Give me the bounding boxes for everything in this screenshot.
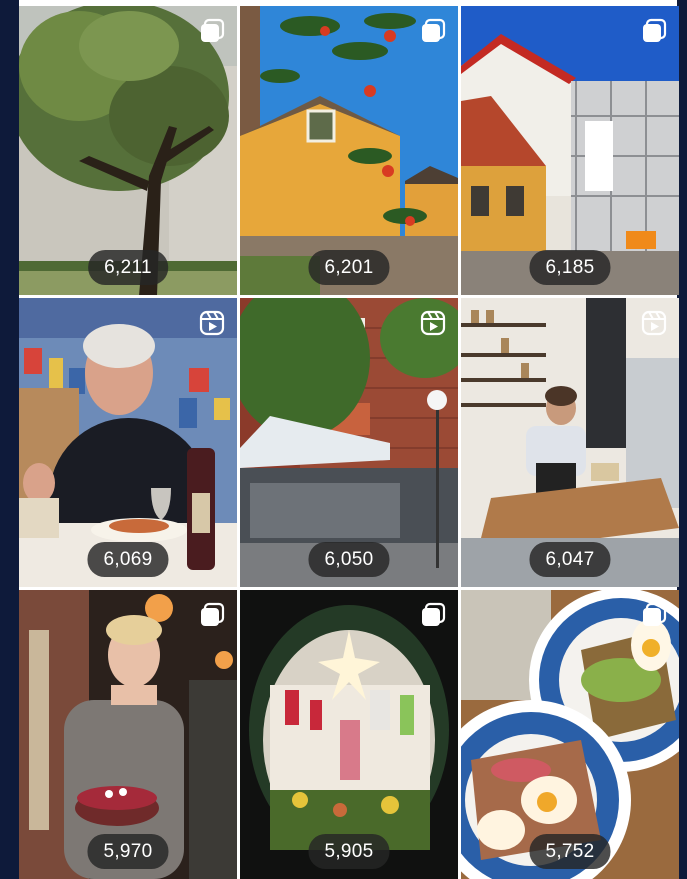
post-tile[interactable]: 6,211 (19, 6, 237, 295)
view-count: 5,905 (308, 834, 390, 869)
post-tile[interactable]: 6,047 (461, 298, 679, 587)
view-count: 6,201 (308, 250, 390, 285)
post-tile[interactable]: 5,905 (240, 590, 458, 879)
view-count: 6,211 (88, 250, 168, 285)
post-tile[interactable]: 6,185 (461, 6, 679, 295)
view-count: 5,752 (529, 834, 611, 869)
post-tile[interactable]: 5,970 (19, 590, 237, 879)
post-tile[interactable]: 6,201 (240, 6, 458, 295)
post-tile[interactable]: 6,050 (240, 298, 458, 587)
view-count: 6,050 (308, 542, 390, 577)
carousel-icon (201, 18, 225, 42)
view-count: 6,185 (529, 250, 611, 285)
reel-icon (420, 310, 446, 336)
carousel-icon (643, 602, 667, 626)
carousel-icon (422, 18, 446, 42)
post-tile[interactable]: 6,069 (19, 298, 237, 587)
reel-icon (641, 310, 667, 336)
view-count: 5,970 (87, 834, 169, 869)
carousel-icon (422, 602, 446, 626)
view-count: 6,047 (529, 542, 611, 577)
post-grid: 6,211 6,201 6,185 6,069 6,050 6,047 5,97… (19, 6, 679, 879)
view-count: 6,069 (87, 542, 169, 577)
reel-icon (199, 310, 225, 336)
carousel-icon (643, 18, 667, 42)
carousel-icon (201, 602, 225, 626)
post-tile[interactable]: 5,752 (461, 590, 679, 879)
